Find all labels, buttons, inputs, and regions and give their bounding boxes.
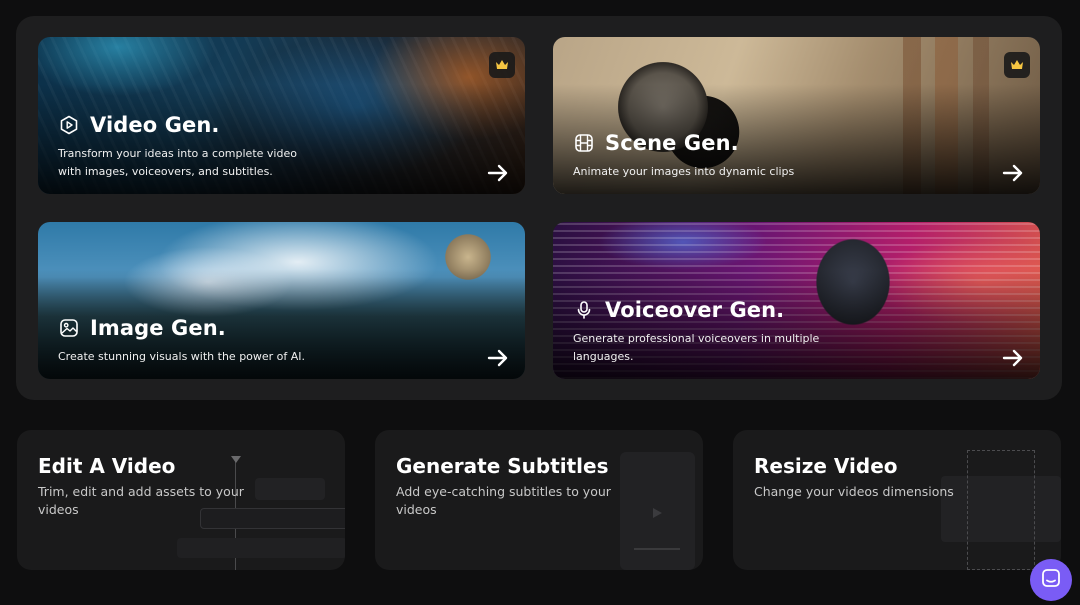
resize-video-card[interactable]: Resize Video Change your videos dimensio… [733,430,1061,570]
arrow-right-icon[interactable] [1002,349,1024,367]
scene-gen-description: Animate your images into dynamic clips [573,164,795,178]
voiceover-gen-description: Generate professional voiceovers in mult… [573,332,820,363]
scene-gen-card[interactable]: Scene Gen. Animate your images into dyna… [553,37,1040,194]
phone-preview-illustration [620,452,695,570]
play-hexagon-icon [58,114,80,136]
resize-video-title: Resize Video [754,454,898,478]
crown-icon [489,52,515,78]
edit-video-title: Edit A Video [38,454,176,478]
generate-subtitles-title: Generate Subtitles [396,454,609,478]
edit-video-description: Trim, edit and add assets to your videos [38,484,244,517]
scene-gen-title: Scene Gen. [605,130,739,155]
chat-icon [1040,567,1062,593]
voiceover-gen-title: Voiceover Gen. [605,298,785,322]
crown-icon [1004,52,1030,78]
video-gen-card[interactable]: Video Gen. Transform your ideas into a c… [38,37,525,194]
image-gen-description: Create stunning visuals with the power o… [58,349,306,363]
resize-video-description: Change your videos dimensions [754,484,954,499]
video-gen-title: Video Gen. [90,113,220,137]
microphone-icon [573,299,595,321]
chat-support-button[interactable] [1030,559,1072,601]
image-gen-card[interactable]: Image Gen. Create stunning visuals with … [38,222,525,379]
film-icon [573,132,595,154]
image-icon [58,317,80,339]
arrow-right-icon[interactable] [487,164,509,182]
edit-video-card[interactable]: Edit A Video Trim, edit and add assets t… [17,430,345,570]
arrow-right-icon[interactable] [487,349,509,367]
generate-subtitles-description: Add eye-catching subtitles to your video… [396,484,611,517]
voiceover-gen-card[interactable]: Voiceover Gen. Generate professional voi… [553,222,1040,379]
video-gen-description: Transform your ideas into a complete vid… [58,147,297,178]
image-gen-title: Image Gen. [90,315,226,340]
generate-subtitles-card[interactable]: Generate Subtitles Add eye-catching subt… [375,430,703,570]
arrow-right-icon[interactable] [1002,164,1024,182]
